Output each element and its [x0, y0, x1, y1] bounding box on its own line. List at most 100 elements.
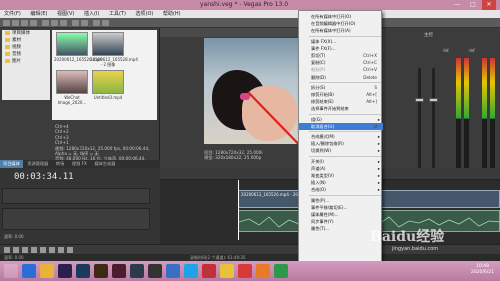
- menu-item[interactable]: 媒体 FX(X)...: [299, 38, 383, 45]
- tab-media-generators[interactable]: 媒体生成器: [91, 160, 118, 168]
- file-explorer-icon[interactable]: [40, 264, 54, 278]
- menu-item[interactable]: 复制(C) Ctrl+C: [299, 59, 383, 66]
- render-icon[interactable]: [93, 20, 100, 26]
- loop-icon[interactable]: [13, 247, 19, 253]
- menu-item[interactable]: 在音频编辑器中打开(O): [299, 20, 383, 27]
- record-icon[interactable]: [4, 247, 10, 253]
- menu-item[interactable]: 剪切(T) Ctrl+X: [299, 52, 383, 59]
- vegas-icon[interactable]: [148, 264, 162, 278]
- menu-item[interactable]: 组(G) ▸: [299, 116, 383, 123]
- menu-item[interactable]: 渐变类型(V) ▸: [299, 172, 383, 179]
- submenu-arrow-icon: ▸: [377, 134, 380, 139]
- redo-icon[interactable]: [81, 20, 88, 26]
- cut-icon[interactable]: [42, 20, 49, 26]
- menu-item[interactable]: 媒体属性(M)...: [299, 211, 383, 218]
- menu-item[interactable]: 修剪开始(B) Alt+[: [299, 91, 383, 98]
- illustrator-icon[interactable]: [94, 264, 108, 278]
- menu-tools[interactable]: 工具(T): [105, 10, 130, 18]
- minimize-button[interactable]: —: [450, 0, 464, 10]
- menu-item[interactable]: 插入/删除包络(R) ▸: [299, 140, 383, 147]
- menu-file[interactable]: 文件(F): [0, 10, 25, 18]
- tree-item[interactable]: 项目媒体: [2, 30, 50, 37]
- stop-icon[interactable]: [49, 247, 55, 253]
- app-icon[interactable]: [238, 264, 252, 278]
- app-icon[interactable]: [202, 264, 216, 278]
- volume-fader[interactable]: [432, 68, 435, 168]
- menu-item[interactable]: 删除(D) Delete: [299, 74, 383, 81]
- menu-item[interactable]: 切换到(W) ▸: [299, 147, 383, 154]
- menu-item[interactable]: 开关(I) ▸: [299, 158, 383, 165]
- volume-fader[interactable]: [418, 68, 421, 168]
- menu-item[interactable]: 拆分(S) S: [299, 84, 383, 91]
- premiere-icon[interactable]: [58, 264, 72, 278]
- menu-insert[interactable]: 插入(I): [80, 10, 103, 18]
- tree-item[interactable]: 音频: [2, 51, 50, 58]
- tab-transitions[interactable]: 转场: [53, 160, 67, 168]
- help-icon[interactable]: [102, 20, 109, 26]
- close-button[interactable]: ✕: [482, 0, 496, 10]
- new-icon[interactable]: [3, 20, 10, 26]
- undo-icon[interactable]: [72, 20, 79, 26]
- tree-item[interactable]: 图片: [2, 58, 50, 65]
- menu-item-label: 复制(C): [311, 60, 326, 66]
- menu-item-label: 取消组合(U): [311, 123, 335, 129]
- audio-track-header[interactable]: [2, 208, 150, 230]
- menu-options[interactable]: 选项(O): [132, 10, 158, 18]
- menu-help[interactable]: 帮助(H): [159, 10, 185, 18]
- app-icon[interactable]: [274, 264, 288, 278]
- go-to-start-icon[interactable]: [58, 247, 64, 253]
- media-thumbnail[interactable]: [56, 32, 88, 56]
- media-thumbnail[interactable]: [56, 70, 88, 94]
- pause-icon[interactable]: [40, 247, 46, 253]
- photoshop-icon[interactable]: [76, 264, 90, 278]
- taskbar-clock[interactable]: 10:48 2020/6/21: [471, 264, 494, 276]
- master-bus-mixer: 主控 -Inf. -Inf.: [384, 28, 500, 178]
- menu-item[interactable]: 在所有媒体中打开(A): [299, 27, 383, 34]
- start-icon[interactable]: [4, 264, 18, 278]
- menu-item-shortcut: U: [373, 123, 377, 129]
- menu-item[interactable]: 修剪结束(E) Alt+]: [299, 98, 383, 105]
- go-to-end-icon[interactable]: [67, 247, 73, 253]
- qq-icon[interactable]: [184, 264, 198, 278]
- save-icon[interactable]: [21, 20, 28, 26]
- play-icon[interactable]: [31, 247, 37, 253]
- app-icon[interactable]: [166, 264, 180, 278]
- media-thumbnail[interactable]: [92, 32, 124, 56]
- open-icon[interactable]: [12, 20, 19, 26]
- menu-item[interactable]: 合成模式(M) ▸: [299, 133, 383, 140]
- menu-item[interactable]: 在所有媒体中打开(O): [299, 13, 383, 20]
- fader-knob[interactable]: [429, 98, 438, 102]
- menu-view[interactable]: 视图(V): [53, 10, 78, 18]
- chrome-icon[interactable]: [220, 264, 234, 278]
- edge-icon[interactable]: [22, 264, 36, 278]
- firefox-icon[interactable]: [256, 264, 270, 278]
- menu-item[interactable]: 选择事件开始到结束: [299, 105, 383, 112]
- copy-icon[interactable]: [51, 20, 58, 26]
- menu-item[interactable]: 事件 FX(F)...: [299, 45, 383, 52]
- preview-subject-face: [242, 86, 297, 141]
- lightroom-icon[interactable]: [130, 264, 144, 278]
- menu-item[interactable]: 同步事件(Y): [299, 218, 383, 225]
- menu-item[interactable]: 声道(A) ▸: [299, 165, 383, 172]
- video-track-header[interactable]: [2, 188, 150, 204]
- tab-explorer[interactable]: 资源管理器: [24, 160, 51, 168]
- media-thumbnail[interactable]: [92, 70, 124, 94]
- menu-edit[interactable]: 编辑(E): [26, 10, 51, 18]
- paste-icon[interactable]: [60, 20, 67, 26]
- tree-item[interactable]: 视频: [2, 44, 50, 51]
- fader-knob[interactable]: [415, 98, 424, 102]
- menu-item[interactable]: 取消组合(U) U: [299, 122, 383, 130]
- play-from-start-icon[interactable]: [22, 247, 28, 253]
- tree-item[interactable]: 素材: [2, 37, 50, 44]
- menu-item[interactable]: 事件平移/裁切(E)...: [299, 204, 383, 211]
- properties-icon[interactable]: [30, 20, 37, 26]
- menu-item[interactable]: 合成(O) ▸: [299, 186, 383, 193]
- maximize-button[interactable]: □: [466, 0, 480, 10]
- tab-project-media[interactable]: 项目媒体: [0, 160, 23, 168]
- playhead-cursor[interactable]: [238, 180, 239, 240]
- menu-item[interactable]: 粘贴(P) Ctrl+V: [299, 66, 383, 73]
- tab-video-fx[interactable]: 视频 FX: [69, 160, 90, 168]
- indesign-icon[interactable]: [112, 264, 126, 278]
- menu-item[interactable]: 属性(P)...: [299, 197, 383, 204]
- menu-item[interactable]: 插入(N) ▸: [299, 179, 383, 186]
